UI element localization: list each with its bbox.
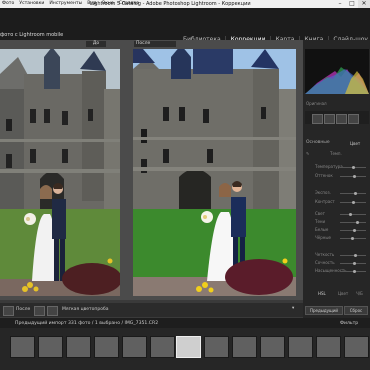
film-thumbnail[interactable] <box>344 336 369 358</box>
menu-tools[interactable]: Инструменты <box>49 1 82 6</box>
film-thumbnail[interactable] <box>260 336 285 358</box>
basic-section-title[interactable]: Основные <box>306 140 330 145</box>
slider-shadows[interactable] <box>340 222 366 223</box>
slider-temperature-label: Температура <box>315 164 343 169</box>
slider-highlights-knob[interactable] <box>349 213 352 216</box>
before-after-mode[interactable]: После <box>16 307 30 312</box>
redeye-icon[interactable] <box>336 114 347 124</box>
window-titlebar: Фото Установки Инструменты Вид Окно Спра… <box>0 0 370 8</box>
film-thumbnail[interactable] <box>10 336 35 358</box>
slider-highlights-label: Свет <box>315 211 325 216</box>
slider-vibrance-knob[interactable] <box>353 262 356 265</box>
previous-button[interactable]: Предыдущий <box>305 306 343 315</box>
slider-vibrance-label: Сочность <box>315 260 335 265</box>
before-photo[interactable] <box>0 49 120 296</box>
toolbar-menu-icon[interactable]: ▾ <box>292 306 294 311</box>
slider-clarity[interactable] <box>340 255 366 256</box>
slider-blacks-knob[interactable] <box>351 237 354 240</box>
film-thumbnail[interactable] <box>150 336 175 358</box>
slider-clarity-knob[interactable] <box>354 254 357 257</box>
before-label: До <box>86 41 106 47</box>
slider-temperature-knob[interactable] <box>352 166 355 169</box>
minimize-button[interactable]: – <box>334 0 346 8</box>
original-photo-toggle[interactable]: Оригинал <box>306 101 327 106</box>
filmstrip-source[interactable]: Предыдущий импорт <box>15 321 67 326</box>
slider-whites-label: Белые <box>315 227 329 232</box>
spot-removal-icon[interactable] <box>324 114 335 124</box>
film-thumbnail[interactable] <box>94 336 119 358</box>
close-button[interactable]: ✕ <box>358 0 370 8</box>
copy-settings-icon[interactable] <box>47 306 58 316</box>
treatment-color[interactable]: Цвет <box>350 141 360 146</box>
reset-button[interactable]: Сброс <box>344 306 368 315</box>
crop-icon[interactable] <box>312 114 323 124</box>
slider-contrast-knob[interactable] <box>352 201 355 204</box>
compare-labels: До После <box>0 41 303 48</box>
film-thumbnail[interactable] <box>204 336 229 358</box>
window-controls: – □ ✕ <box>334 0 370 8</box>
film-thumbnail-selected[interactable] <box>176 336 201 358</box>
slider-whites-knob[interactable] <box>353 229 356 232</box>
develop-toolbar: После Мягкая цветопроба ▾ <box>0 303 303 317</box>
menu-settings[interactable]: Установки <box>19 1 44 6</box>
menu-photo[interactable]: Фото <box>2 1 14 6</box>
film-thumbnail[interactable] <box>316 336 341 358</box>
identity-plate: фото с Lightroom mobile Библиотека | Кор… <box>0 8 370 43</box>
tab-hsl[interactable]: HSL <box>318 291 326 296</box>
film-thumbnail[interactable] <box>66 336 91 358</box>
maximize-button[interactable]: □ <box>346 0 358 8</box>
filmstrip-header: Предыдущий импорт 331 фото / 1 выбрано /… <box>0 318 370 328</box>
slider-contrast-label: Контраст <box>315 199 335 204</box>
histogram <box>305 49 369 94</box>
slider-tint-knob[interactable] <box>353 175 356 178</box>
slider-saturation-knob[interactable] <box>353 270 356 273</box>
loupe-view-icon[interactable] <box>3 306 14 316</box>
tab-bw[interactable]: Ч/Б <box>356 291 363 296</box>
softproofing-toggle[interactable]: Мягкая цветопроба <box>62 307 109 312</box>
window-title: Lightroom 5 Catalog - Adobe Photoshop Li… <box>90 1 251 7</box>
film-thumbnail[interactable] <box>288 336 313 358</box>
slider-blacks-label: Чёрные <box>315 235 331 240</box>
catalog-label: фото с Lightroom mobile <box>0 32 64 38</box>
slider-exposure[interactable] <box>340 193 366 194</box>
after-photo[interactable] <box>133 49 296 296</box>
filmstrip-filename: IMG_7351.CR2 <box>124 321 159 326</box>
slider-tint-label: Оттенок <box>315 173 333 178</box>
filmstrip-count: 331 фото / 1 выбрано / <box>67 321 124 326</box>
wb-label: Темп. <box>330 151 342 156</box>
graduated-filter-icon[interactable] <box>348 114 359 124</box>
after-label: После <box>134 41 176 47</box>
slider-shadows-knob[interactable] <box>356 221 359 224</box>
wb-eyedropper-icon[interactable]: ✎ <box>306 151 309 156</box>
film-thumbnail[interactable] <box>232 336 257 358</box>
tab-color[interactable]: Цвет <box>338 291 348 296</box>
filmstrip <box>0 328 370 370</box>
slider-exposure-knob[interactable] <box>354 192 357 195</box>
film-thumbnail[interactable] <box>122 336 147 358</box>
slider-shadows-label: Тени <box>315 219 326 224</box>
slider-exposure-label: Экспоз. <box>315 190 331 195</box>
slider-clarity-label: Четкость <box>315 252 335 257</box>
slider-highlights[interactable] <box>340 214 366 215</box>
filmstrip-info: Предыдущий импорт 331 фото / 1 выбрано /… <box>15 321 158 326</box>
film-thumbnail[interactable] <box>38 336 63 358</box>
filmstrip-filter[interactable]: Фильтр <box>340 321 358 326</box>
swap-icon[interactable] <box>34 306 45 316</box>
